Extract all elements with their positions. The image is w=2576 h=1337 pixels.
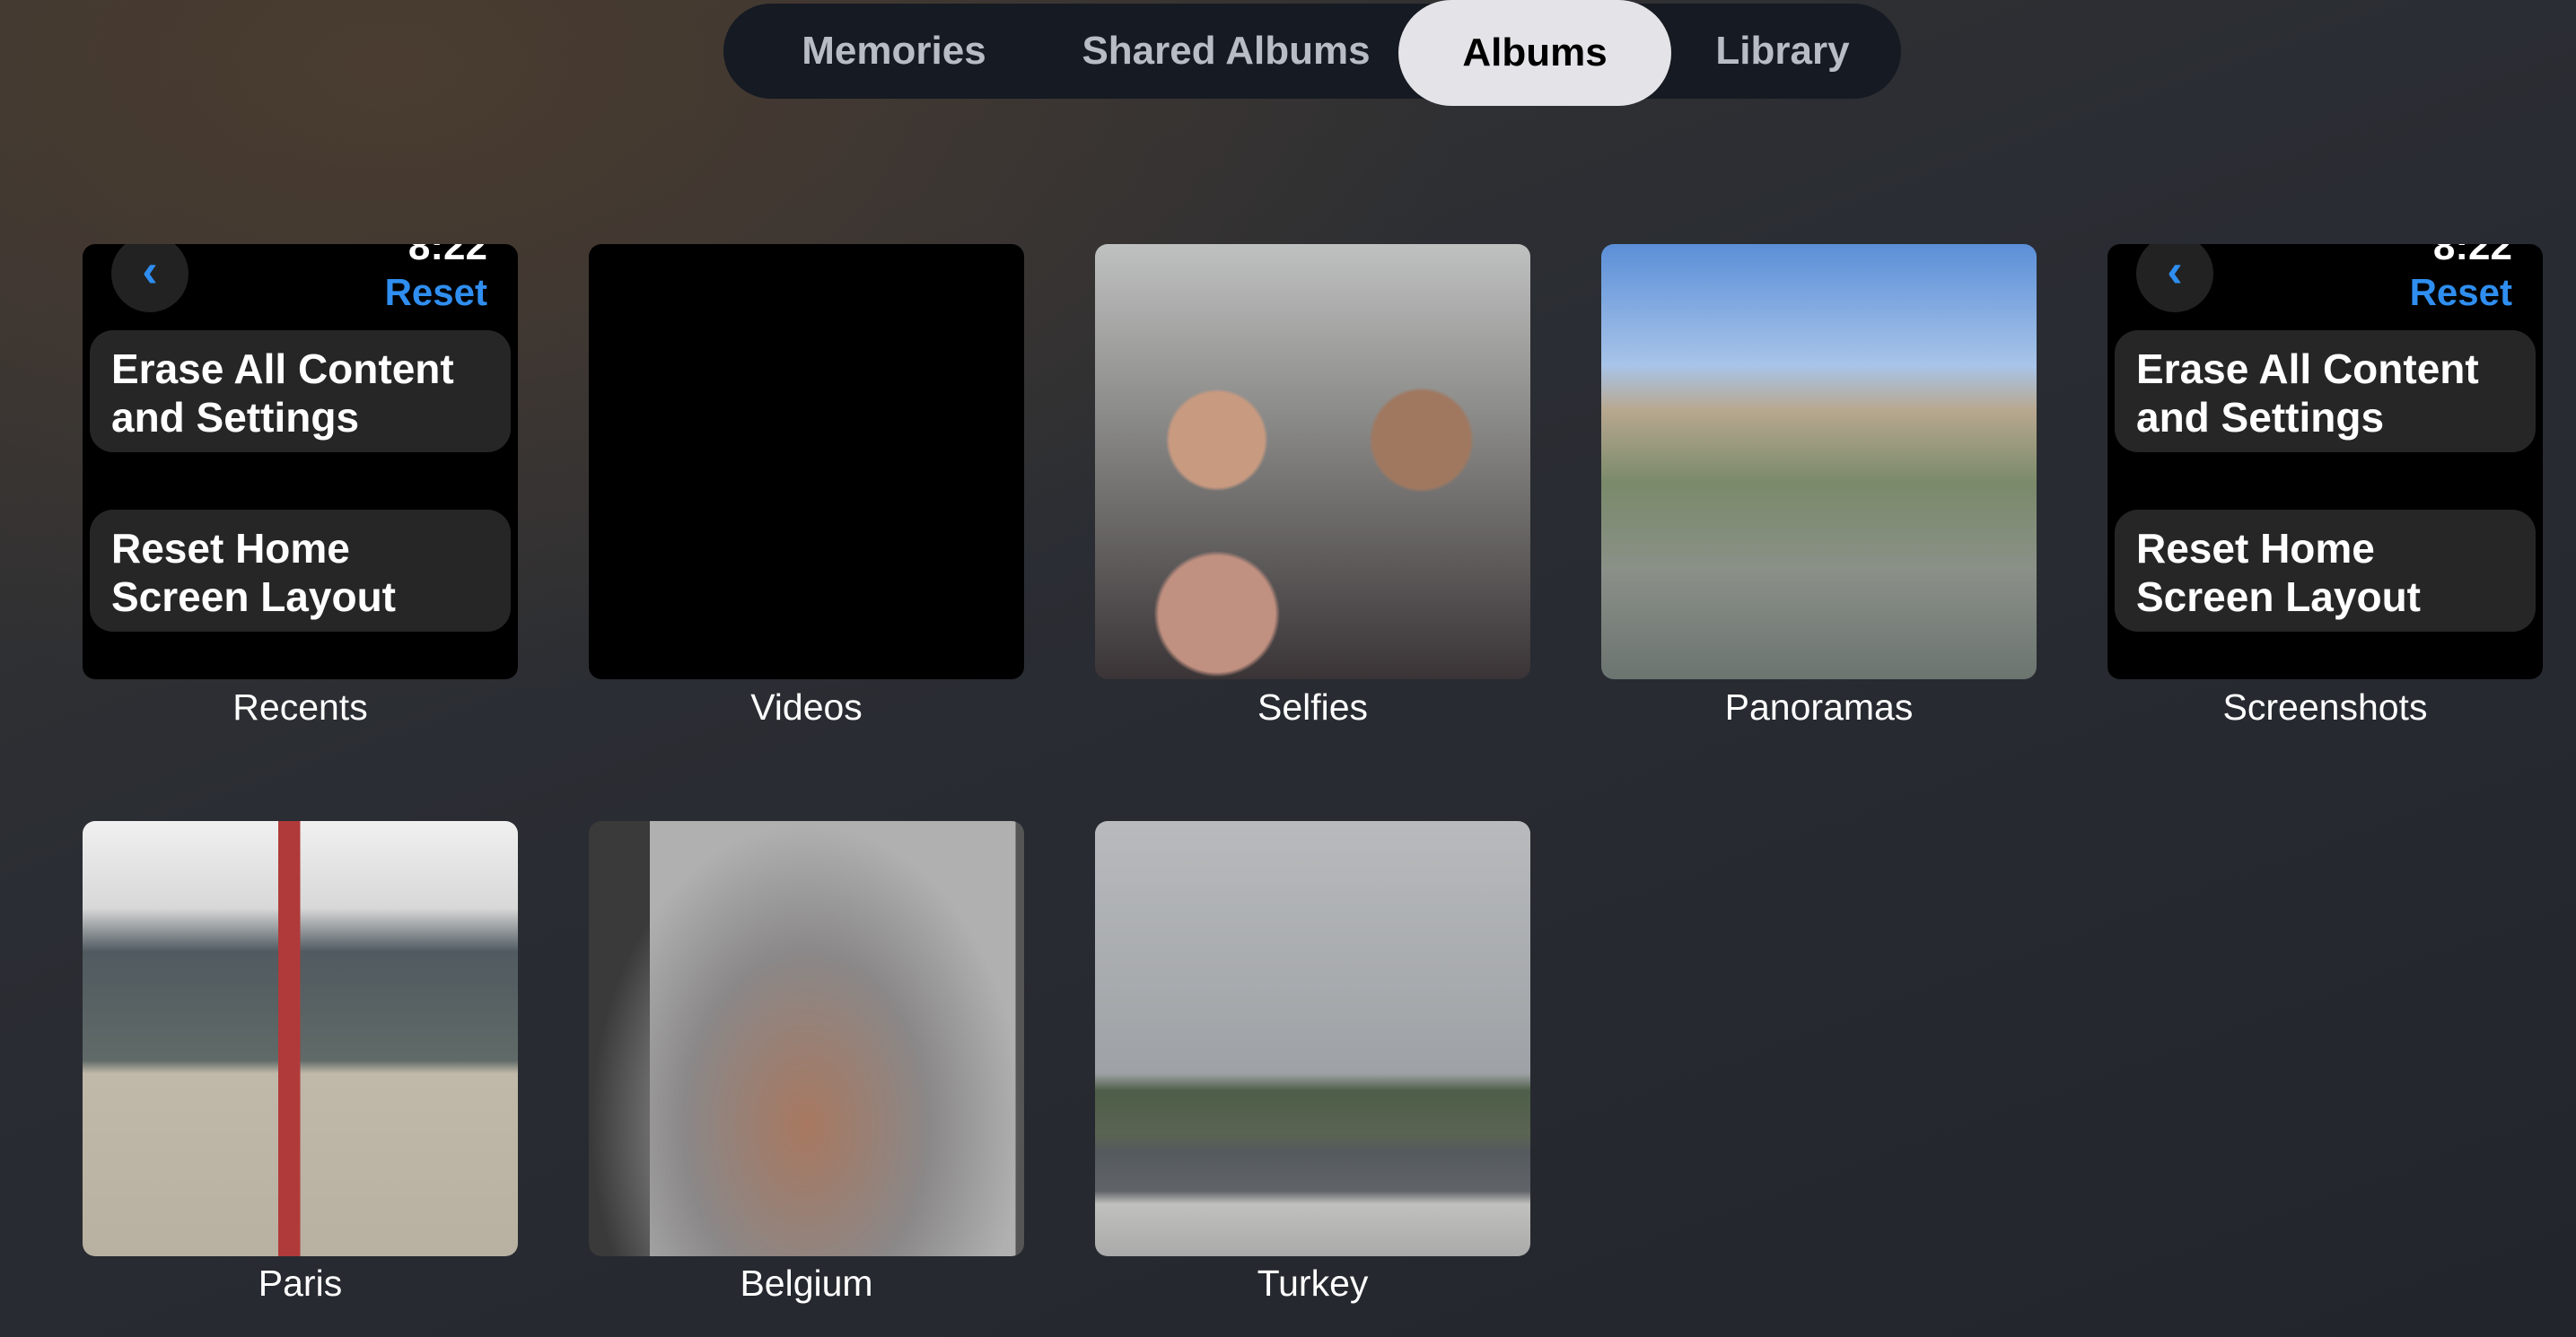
- album-panoramas[interactable]: [1601, 244, 2037, 679]
- erase-button: Erase All Content and Settings: [2115, 330, 2536, 452]
- album-label: Belgium: [740, 1263, 873, 1304]
- reset-home-button: Reset Home Screen Layout: [90, 510, 511, 632]
- album-screenshots[interactable]: ‹ 8:22 Reset Erase All Content and Setti…: [2107, 244, 2543, 679]
- album-label: Recents: [232, 686, 368, 728]
- reset-home-button: Reset Home Screen Layout: [2115, 510, 2536, 632]
- reset-title: Reset: [2409, 271, 2512, 313]
- album-label: Panoramas: [1724, 686, 1914, 728]
- album-videos[interactable]: [589, 244, 1024, 679]
- album-belgium[interactable]: [589, 821, 1024, 1256]
- album-turkey[interactable]: [1095, 821, 1530, 1256]
- album-label: Turkey: [1257, 1263, 1369, 1304]
- chevron-left-icon: ‹: [2136, 244, 2213, 312]
- album-recents[interactable]: ‹ 8:22 Reset Erase All Content and Setti…: [83, 244, 518, 679]
- album-selfies[interactable]: [1095, 244, 1530, 679]
- album-label: Selfies: [1257, 686, 1369, 728]
- tab-memories[interactable]: Memories: [759, 4, 1029, 99]
- album-paris[interactable]: [83, 821, 518, 1256]
- time: 8:22: [407, 244, 487, 268]
- tab-albums[interactable]: Albums: [1398, 0, 1671, 106]
- chevron-left-icon: ‹: [111, 244, 188, 312]
- album-label: Videos: [750, 686, 863, 728]
- erase-button: Erase All Content and Settings: [90, 330, 511, 452]
- tab-bar: Memories Shared Albums Albums Library: [723, 0, 1901, 106]
- tab-shared-albums[interactable]: Shared Albums: [1056, 4, 1397, 99]
- tab-library[interactable]: Library: [1693, 4, 1872, 99]
- reset-title: Reset: [384, 271, 487, 313]
- album-label: Screenshots: [2222, 686, 2428, 728]
- time: 8:22: [2432, 244, 2512, 268]
- album-label: Paris: [258, 1263, 343, 1304]
